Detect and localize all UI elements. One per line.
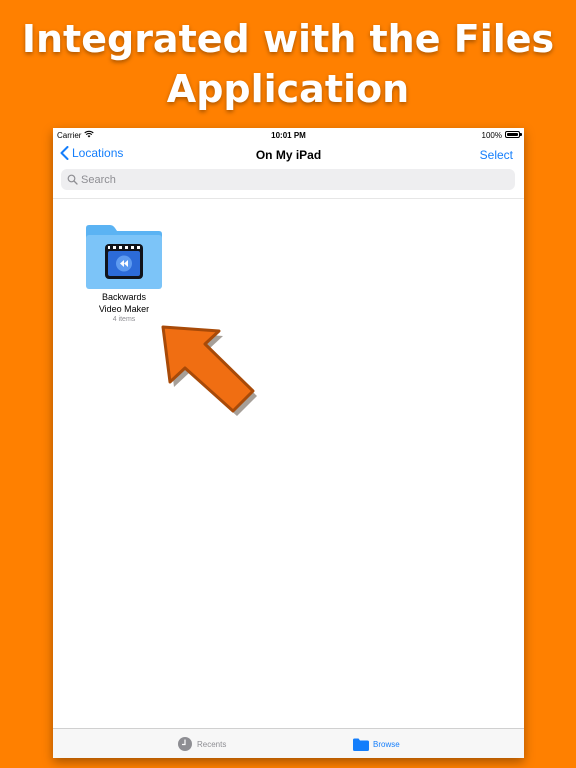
folder-name: Backwards Video Maker <box>71 291 177 315</box>
battery-percent: 100% <box>481 131 502 140</box>
tab-recents[interactable]: Recents <box>178 735 226 753</box>
folder-icon <box>86 225 162 289</box>
clock-icon <box>178 737 192 751</box>
headline-line-1: Integrated with the Files <box>21 17 555 61</box>
battery-icon <box>505 131 522 138</box>
search-icon <box>67 174 78 185</box>
page-title: On My iPad <box>255 148 322 162</box>
headline-line-2: Application <box>166 67 410 111</box>
search-bar[interactable] <box>61 169 515 190</box>
status-time: 10:01 PM <box>271 131 306 140</box>
folder-name-line-2: Video Maker <box>98 304 150 314</box>
folder-item-count: 4 items <box>112 316 136 323</box>
headline: Integrated with the Files Application <box>0 14 576 114</box>
content-divider <box>53 198 524 199</box>
tab-bar: Recents Browse <box>53 728 524 758</box>
folder-backwards-video-maker[interactable]: Backwards Video Maker 4 items <box>81 224 171 334</box>
navigation-bar: Locations On My iPad Select <box>53 142 524 168</box>
select-button[interactable]: Select <box>480 148 513 162</box>
search-input[interactable] <box>81 169 501 190</box>
browse-folder-icon <box>353 738 369 751</box>
tab-browse[interactable]: Browse <box>353 735 400 753</box>
ipad-screen: Carrier 10:01 PM 100% Locations On My iP… <box>53 128 524 758</box>
tab-browse-label: Browse <box>373 739 400 749</box>
tab-recents-label: Recents <box>197 739 227 749</box>
status-bar: Carrier 10:01 PM 100% <box>53 128 524 142</box>
folder-name-line-1: Backwards <box>101 292 146 302</box>
